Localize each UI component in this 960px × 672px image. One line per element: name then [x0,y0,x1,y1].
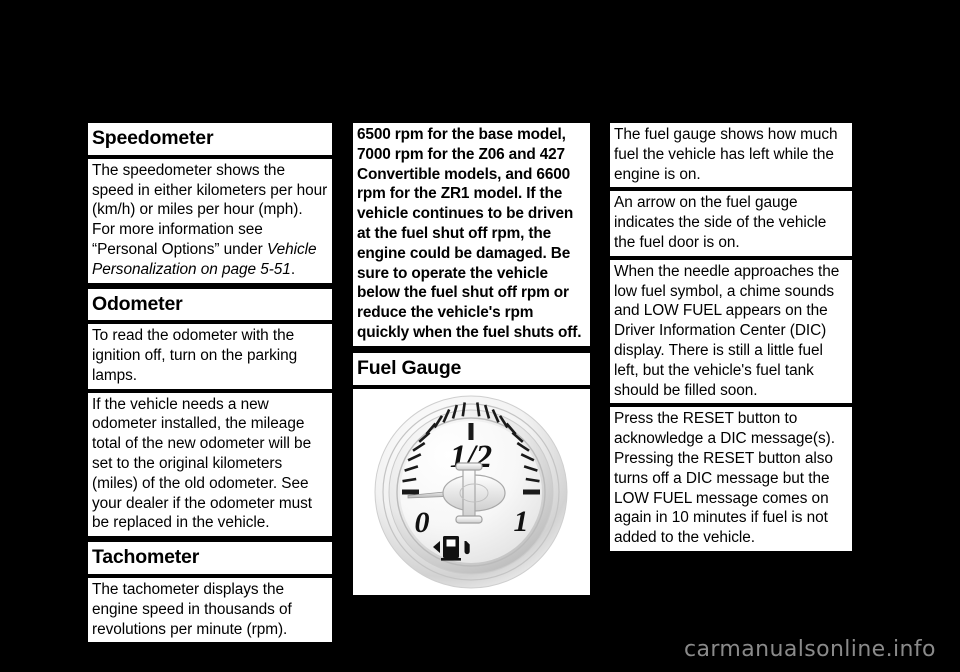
fuel-gauge-illustration: 1/2 0 1 [353,388,590,595]
paragraph-text-tail: . [290,260,296,278]
section-heading-speedometer: Speedometer [88,123,332,155]
paragraph-odometer-ignition-off: To read the odometer with the ignition o… [88,324,332,389]
paragraph-fuel-gauge-description: The fuel gauge shows how much fuel the v… [610,123,852,188]
paragraph-reset-button: Press the RESET button to acknowledge a … [610,407,852,551]
gauge-label-full: 1 [514,505,529,538]
section-heading-odometer: Odometer [88,288,332,321]
column-right: The fuel gauge shows how much fuel the v… [610,123,852,555]
fuel-gauge-svg: 1/2 0 1 [374,395,568,589]
column-left: Speedometer The speedometer shows the sp… [88,123,332,646]
paragraph-fuel-shut-off-warning: 6500 rpm for the base model, 7000 rpm fo… [353,123,590,346]
paragraph-fuel-door-arrow: An arrow on the fuel gauge indicates the… [610,191,852,256]
manual-page: Speedometer The speedometer shows the sp… [0,0,960,672]
section-heading-fuel-gauge: Fuel Gauge [353,352,590,385]
gauge-label-empty: 0 [415,506,430,539]
paragraph-odometer-replacement: If the vehicle needs a new odometer inst… [88,392,332,537]
paragraph-low-fuel-warning: When the needle approaches the low fuel … [610,259,852,404]
column-center: 6500 rpm for the base model, 7000 rpm fo… [353,123,590,599]
paragraph-speedometer-description: The speedometer shows the speed in eithe… [88,158,332,283]
section-heading-tachometer: Tachometer [88,542,332,574]
site-watermark: carmanualsonline.info [684,637,936,662]
paragraph-tachometer-description: The tachometer displays the engine speed… [88,578,332,643]
